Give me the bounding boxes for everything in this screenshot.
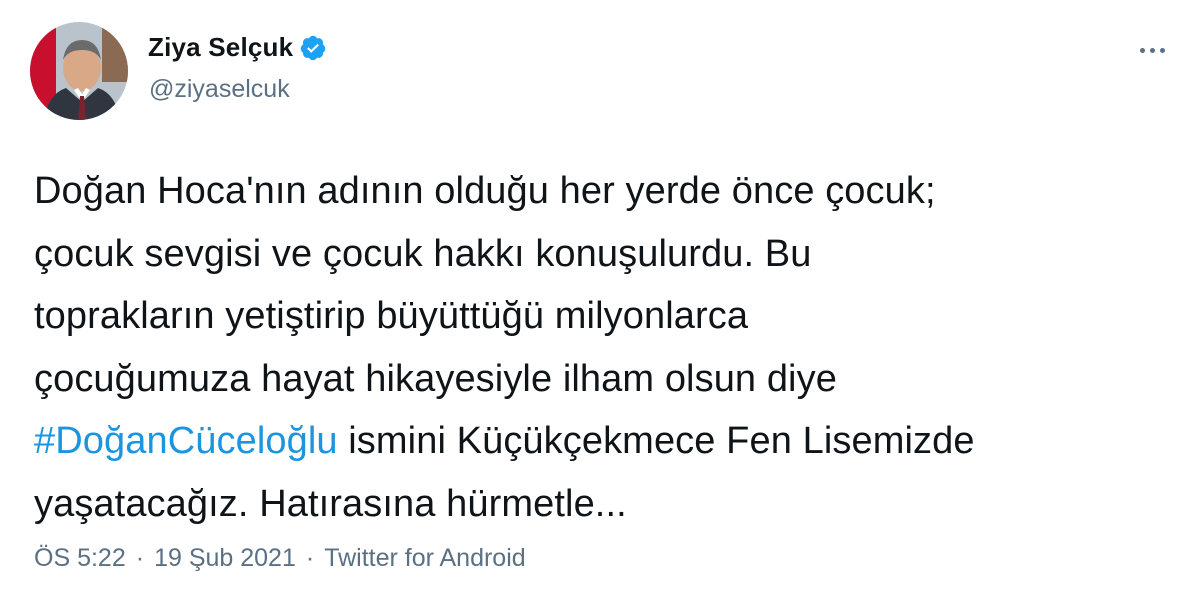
more-horizontal-icon: [1139, 47, 1145, 53]
tweet-text-line: çocuğumuza hayat hikayesiyle ilham olsun…: [34, 357, 837, 400]
tweet-text-line: Doğan Hoca'nın adının olduğu her yerde ö…: [34, 170, 936, 212]
tweet-text-line: yaşatacağız. Hatırasına hürmetle...: [34, 482, 627, 525]
author-display-name[interactable]: Ziya Selçuk: [148, 32, 293, 63]
author-name-row: Ziya Selçuk: [148, 32, 327, 63]
author-handle[interactable]: @ziyaselcuk: [149, 75, 290, 104]
tweet-text-line: çocuk sevgisi ve çocuk hakkı konuşulurdu…: [34, 232, 812, 275]
more-options-button[interactable]: [1130, 38, 1174, 62]
tweet-text-line: toprakların yetiştirip büyüttüğü milyonl…: [34, 295, 749, 337]
tweet-time[interactable]: ÖS 5:22: [34, 544, 126, 572]
tweet-card: Ziya Selçuk @ziyaselcuk Doğan Hoca'nın a…: [0, 0, 1200, 604]
meta-separator: ·: [305, 544, 315, 572]
verified-badge-icon: [299, 34, 327, 62]
meta-separator: ·: [135, 544, 145, 572]
more-horizontal-icon-dot: [1159, 47, 1165, 53]
avatar-image: [30, 22, 128, 120]
hashtag-link[interactable]: #DoğanCüceloğlu: [34, 420, 338, 462]
tweet-meta: ÖS 5:22 · 19 Şub 2021 · Twitter for Android: [34, 544, 526, 573]
avatar[interactable]: [30, 22, 128, 120]
tweet-text-segment: ismini Küçükçekmece Fen Lisemizde: [337, 420, 975, 462]
tweet-text-line: #DoğanCüceloğlu ismini Küçükçekmece Fen …: [34, 410, 1174, 473]
more-horizontal-icon-dot: [1149, 47, 1155, 53]
tweet-source-link[interactable]: Twitter for Android: [324, 544, 525, 572]
tweet-text: Doğan Hoca'nın adının olduğu her yerde ö…: [34, 160, 1174, 535]
tweet-date[interactable]: 19 Şub 2021: [154, 544, 296, 572]
